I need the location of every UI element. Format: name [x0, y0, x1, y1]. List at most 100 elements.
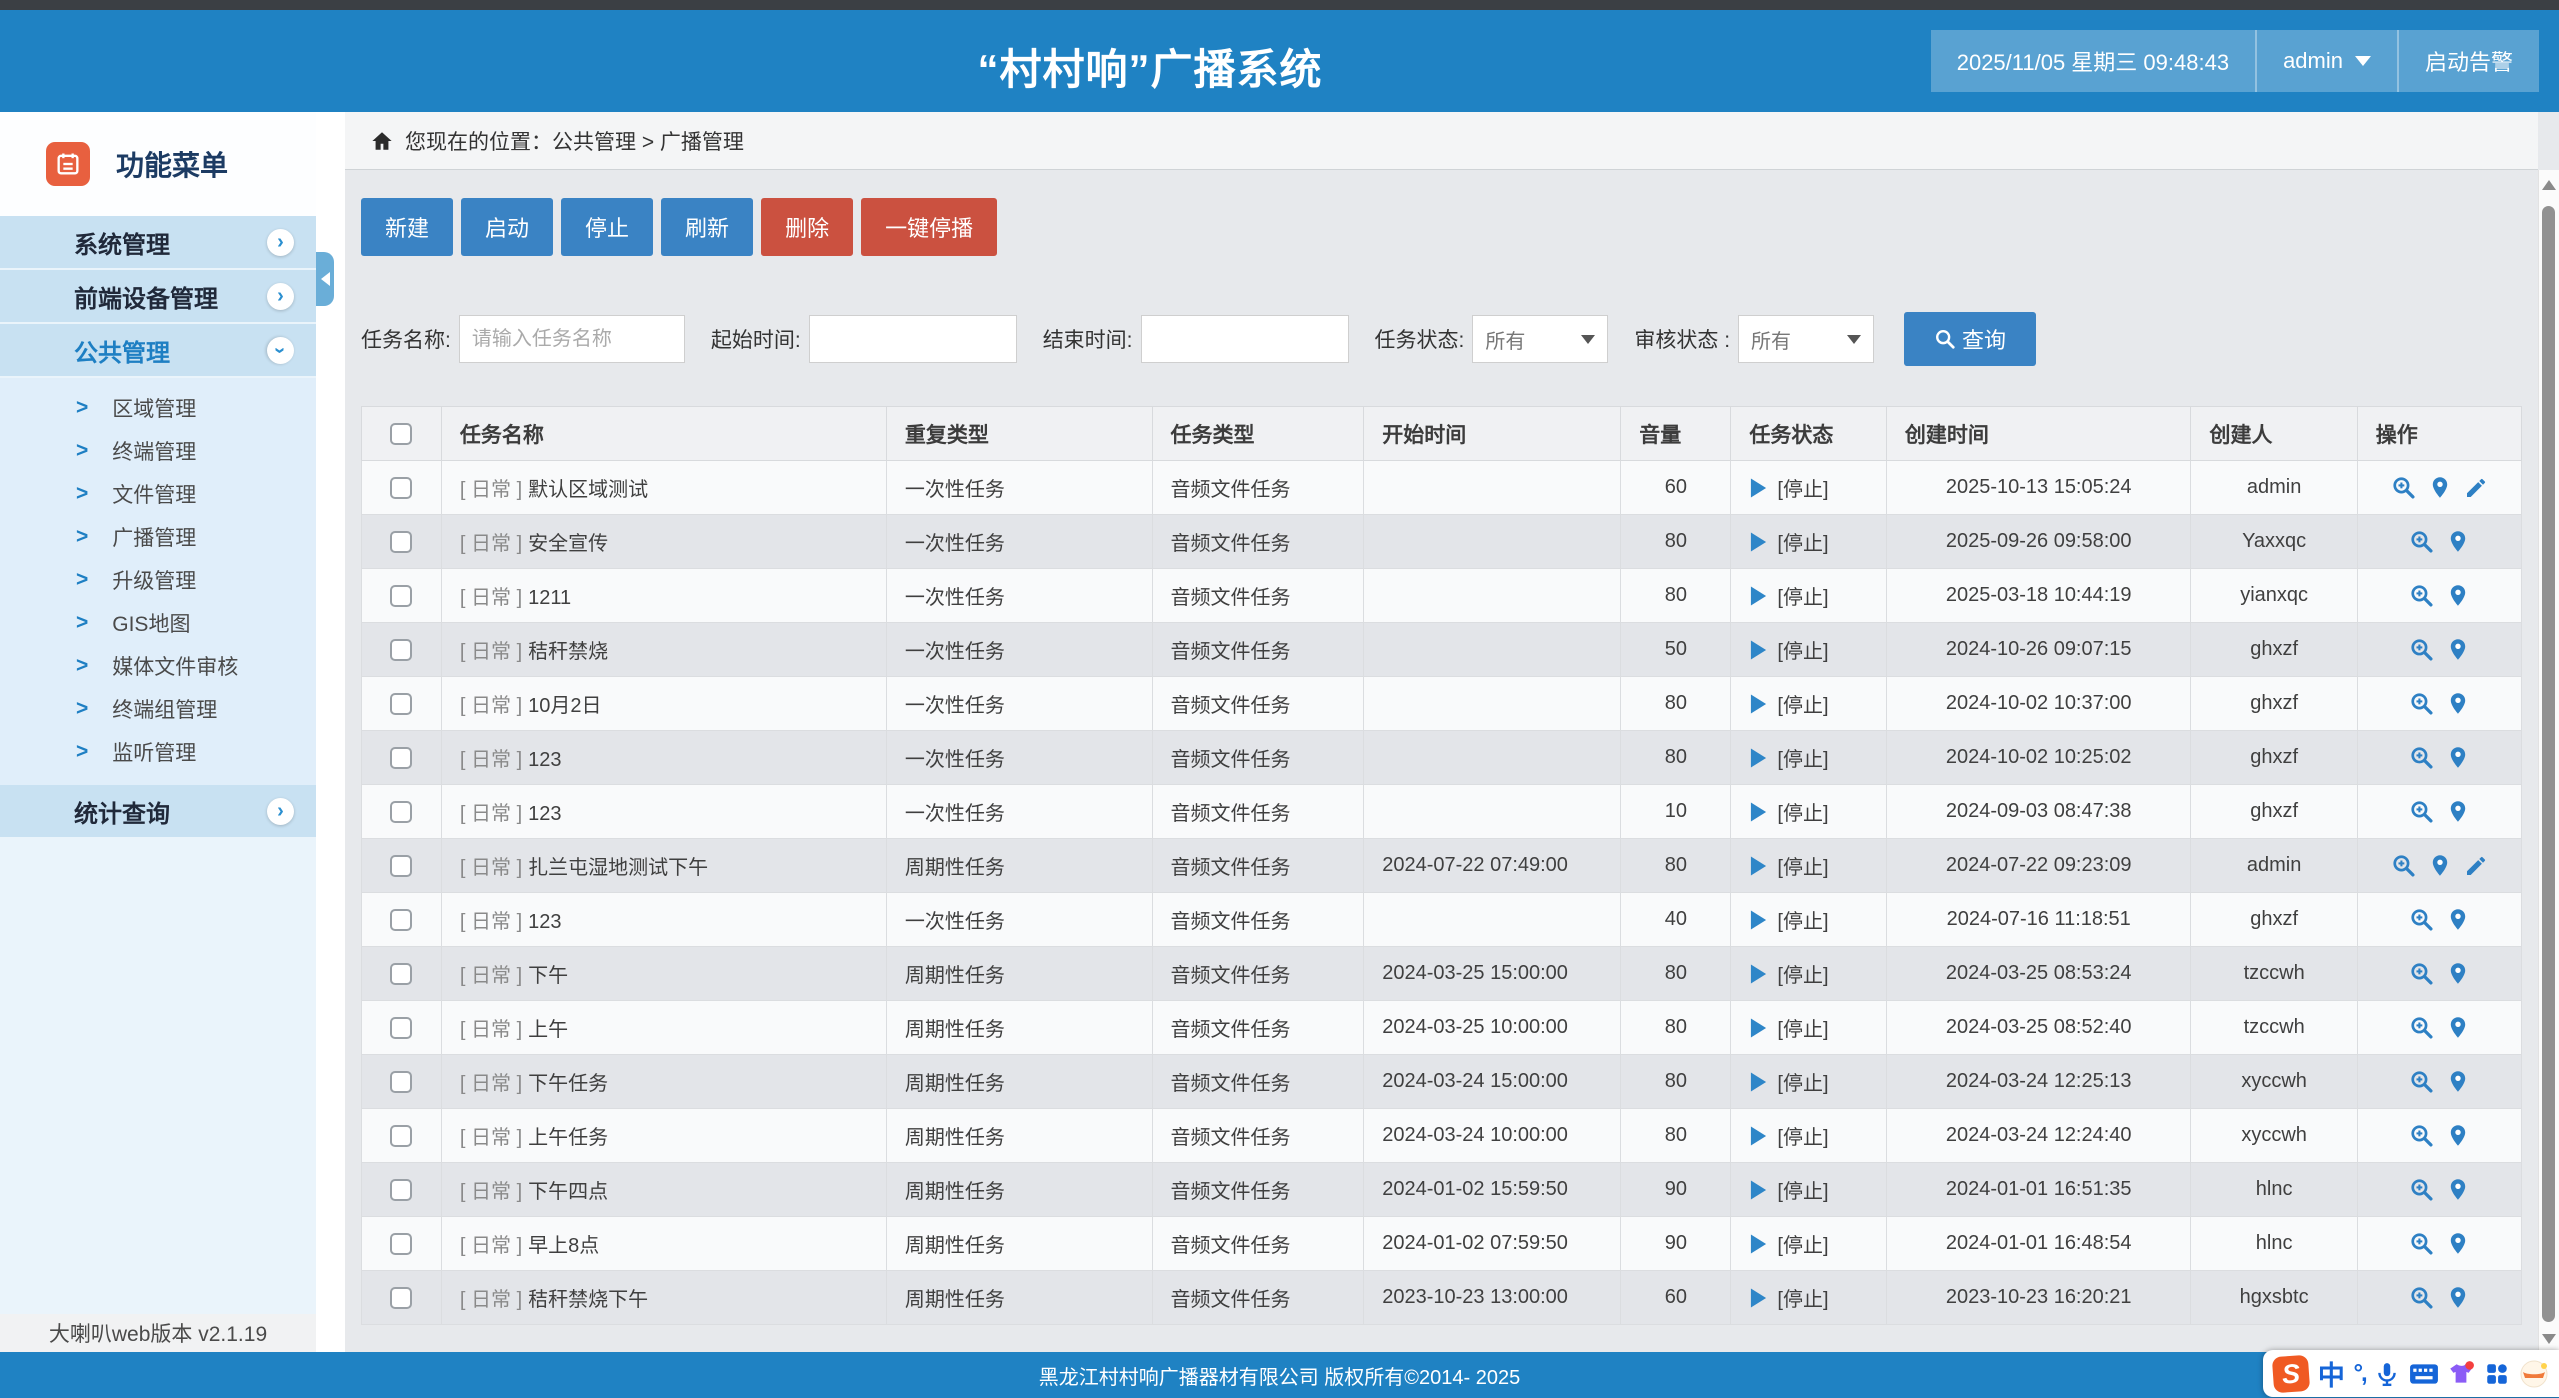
play-icon[interactable] [1749, 1071, 1768, 1093]
task-status-select[interactable]: 所有 [1472, 315, 1608, 363]
row-checkbox[interactable] [390, 747, 412, 769]
location-pin-icon[interactable] [2446, 691, 2470, 716]
row-checkbox[interactable] [390, 1071, 412, 1093]
task-name-input[interactable] [459, 315, 685, 363]
zoom-in-icon[interactable] [2409, 1069, 2434, 1094]
zoom-in-icon[interactable] [2409, 1177, 2434, 1202]
end-time-input[interactable] [1141, 315, 1349, 363]
play-icon[interactable] [1749, 639, 1768, 661]
zoom-in-icon[interactable] [2409, 529, 2434, 554]
row-checkbox[interactable] [390, 909, 412, 931]
sidebar-item-监听管理[interactable]: >监听管理 [0, 730, 316, 773]
location-pin-icon[interactable] [2446, 1069, 2470, 1094]
sidebar-group-2[interactable]: 公共管理› [0, 324, 316, 376]
play-icon[interactable] [1749, 585, 1768, 607]
zoom-in-icon[interactable] [2409, 799, 2434, 824]
play-icon[interactable] [1749, 855, 1768, 877]
row-checkbox[interactable] [390, 693, 412, 715]
row-checkbox[interactable] [390, 1233, 412, 1255]
toolbar-button-2[interactable]: 启动 [461, 198, 553, 256]
sidebar-group-0[interactable]: 系统管理› [0, 216, 316, 268]
location-pin-icon[interactable] [2446, 1285, 2470, 1310]
scroll-up-icon[interactable] [2542, 180, 2556, 190]
play-icon[interactable] [1749, 693, 1768, 715]
sidebar-group-3[interactable]: 统计查询› [0, 785, 316, 837]
row-checkbox[interactable] [390, 963, 412, 985]
user-menu[interactable]: admin [2255, 30, 2397, 92]
play-icon[interactable] [1749, 531, 1768, 553]
zoom-in-icon[interactable] [2391, 475, 2416, 500]
location-pin-icon[interactable] [2446, 583, 2470, 608]
sidebar-item-终端管理[interactable]: >终端管理 [0, 429, 316, 472]
skin-icon[interactable] [2447, 1361, 2475, 1387]
sidebar-group-1[interactable]: 前端设备管理› [0, 270, 316, 322]
location-pin-icon[interactable] [2446, 1177, 2470, 1202]
sidebar-item-广播管理[interactable]: >广播管理 [0, 515, 316, 558]
play-icon[interactable] [1749, 801, 1768, 823]
sidebar-item-媒体文件审核[interactable]: >媒体文件审核 [0, 644, 316, 687]
zoom-in-icon[interactable] [2409, 1015, 2434, 1040]
play-icon[interactable] [1749, 909, 1768, 931]
edit-pencil-icon[interactable] [2464, 476, 2488, 500]
sidebar-item-终端组管理[interactable]: >终端组管理 [0, 687, 316, 730]
row-checkbox[interactable] [390, 585, 412, 607]
play-icon[interactable] [1749, 477, 1768, 499]
play-icon[interactable] [1749, 1233, 1768, 1255]
zoom-in-icon[interactable] [2409, 1285, 2434, 1310]
zoom-in-icon[interactable] [2409, 691, 2434, 716]
punctuation-icon[interactable]: °, [2353, 1360, 2365, 1388]
location-pin-icon[interactable] [2428, 853, 2452, 878]
start-time-input[interactable] [809, 315, 1017, 363]
zoom-in-icon[interactable] [2409, 961, 2434, 986]
zoom-in-icon[interactable] [2409, 1231, 2434, 1256]
location-pin-icon[interactable] [2446, 907, 2470, 932]
microphone-icon[interactable] [2374, 1360, 2400, 1388]
row-checkbox[interactable] [390, 1179, 412, 1201]
scrollbar-thumb[interactable] [2542, 206, 2555, 1322]
play-icon[interactable] [1749, 1179, 1768, 1201]
location-pin-icon[interactable] [2446, 1231, 2470, 1256]
select-all-checkbox[interactable] [390, 423, 412, 445]
play-icon[interactable] [1749, 1125, 1768, 1147]
zoom-in-icon[interactable] [2391, 853, 2416, 878]
audit-status-select[interactable]: 所有 [1738, 315, 1874, 363]
toolbar-button-4[interactable]: 刷新 [661, 198, 753, 256]
zoom-in-icon[interactable] [2409, 907, 2434, 932]
toolbar-button-6[interactable]: 一键停播 [861, 198, 997, 256]
zoom-in-icon[interactable] [2409, 583, 2434, 608]
sidebar-item-区域管理[interactable]: >区域管理 [0, 386, 316, 429]
row-checkbox[interactable] [390, 1017, 412, 1039]
start-alarm-button[interactable]: 启动告警 [2397, 30, 2539, 92]
location-pin-icon[interactable] [2446, 799, 2470, 824]
play-icon[interactable] [1749, 747, 1768, 769]
toolbox-icon[interactable] [2484, 1361, 2510, 1387]
location-pin-icon[interactable] [2446, 637, 2470, 662]
row-checkbox[interactable] [390, 855, 412, 877]
zoom-in-icon[interactable] [2409, 1123, 2434, 1148]
toolbar-button-5[interactable]: 删除 [761, 198, 853, 256]
row-checkbox[interactable] [390, 477, 412, 499]
search-button[interactable]: 查询 [1904, 312, 2036, 366]
scroll-down-icon[interactable] [2542, 1334, 2556, 1344]
keyboard-icon[interactable] [2409, 1362, 2439, 1386]
location-pin-icon[interactable] [2446, 1123, 2470, 1148]
location-pin-icon[interactable] [2446, 745, 2470, 770]
sidebar-item-GIS地图[interactable]: >GIS地图 [0, 601, 316, 644]
toolbar-button-1[interactable]: 新建 [361, 198, 453, 256]
sogou-logo-icon[interactable]: S [2273, 1356, 2309, 1392]
sidebar-item-文件管理[interactable]: >文件管理 [0, 472, 316, 515]
location-pin-icon[interactable] [2446, 529, 2470, 554]
zoom-in-icon[interactable] [2409, 745, 2434, 770]
play-icon[interactable] [1749, 1287, 1768, 1309]
chinese-mode-icon[interactable]: 中 [2318, 1354, 2345, 1393]
location-pin-icon[interactable] [2428, 475, 2452, 500]
row-checkbox[interactable] [390, 1287, 412, 1309]
play-icon[interactable] [1749, 963, 1768, 985]
vertical-scrollbar[interactable] [2538, 170, 2559, 1352]
emoji-icon[interactable] [2519, 1359, 2549, 1389]
edit-pencil-icon[interactable] [2464, 854, 2488, 878]
row-checkbox[interactable] [390, 1125, 412, 1147]
row-checkbox[interactable] [390, 639, 412, 661]
location-pin-icon[interactable] [2446, 961, 2470, 986]
row-checkbox[interactable] [390, 531, 412, 553]
